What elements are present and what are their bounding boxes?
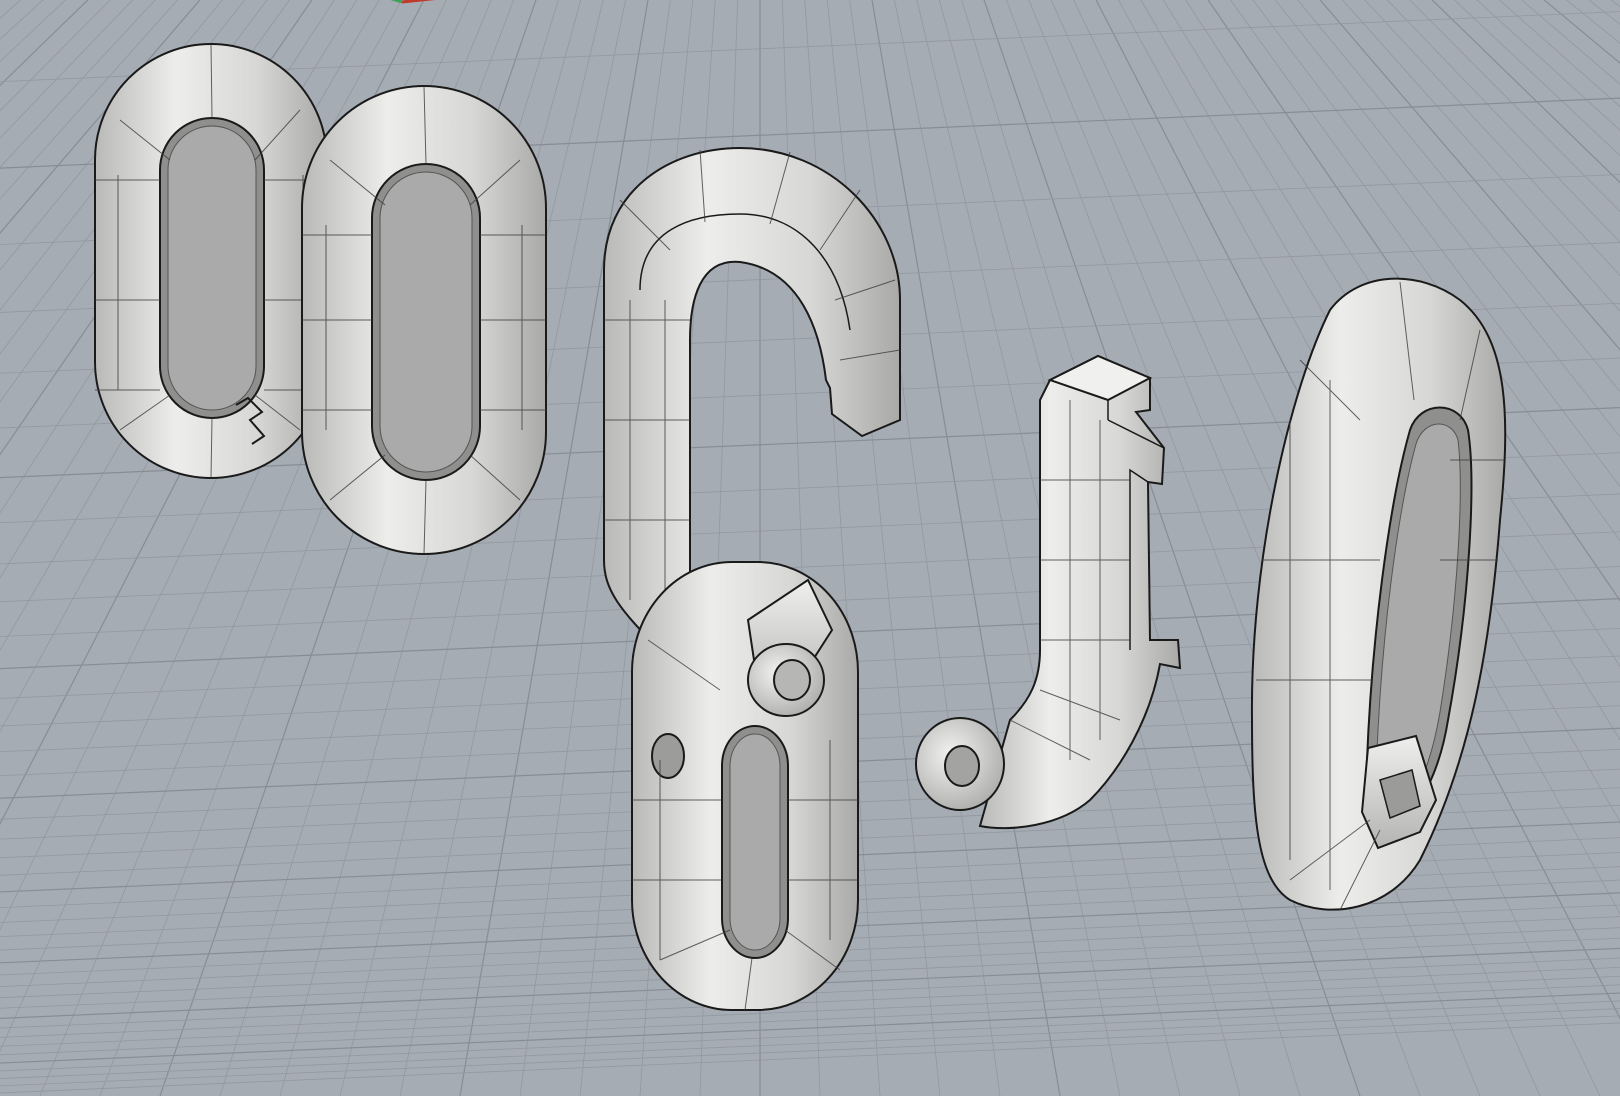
chain-link-1[interactable] — [94, 43, 328, 479]
swivel-link[interactable] — [631, 561, 859, 1011]
model-scene[interactable] — [0, 0, 1620, 1096]
chain-link-2[interactable] — [301, 85, 547, 555]
latch-eye[interactable] — [915, 717, 1005, 811]
perspective-viewport[interactable] — [0, 0, 1620, 1096]
